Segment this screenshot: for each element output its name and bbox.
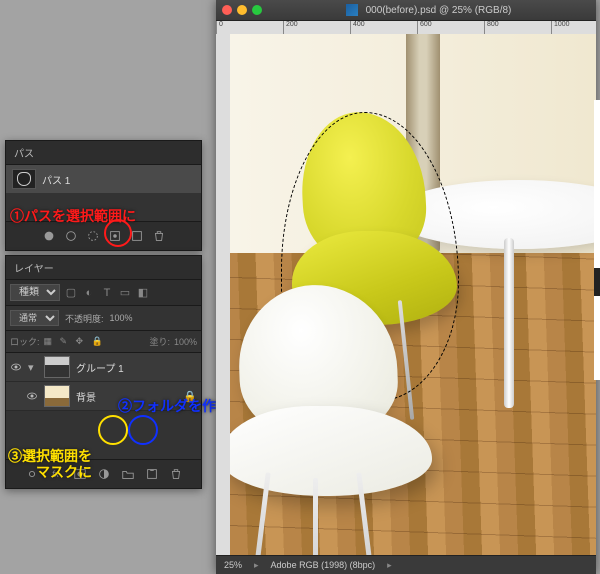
selection-to-path-icon[interactable]: [106, 228, 124, 244]
layer-row-bg[interactable]: 背景 🔒: [6, 382, 201, 411]
add-mask-icon[interactable]: [71, 466, 89, 482]
lock-icon: 🔒: [183, 390, 197, 403]
delete-path-icon[interactable]: [150, 228, 168, 244]
filter-type-icon[interactable]: T: [100, 286, 114, 300]
paths-panel-title: パス: [6, 141, 201, 165]
layer-row-group[interactable]: ▾ グループ 1: [6, 353, 201, 382]
zoom-button[interactable]: [252, 5, 262, 15]
filter-type-select[interactable]: 種類: [10, 284, 60, 301]
delete-layer-icon[interactable]: [167, 466, 185, 482]
lock-position-icon[interactable]: ✥: [76, 336, 88, 348]
canvas[interactable]: [230, 34, 596, 556]
layers-panel-title: レイヤー: [6, 256, 201, 280]
link-layers-icon[interactable]: [23, 466, 41, 482]
path-name: パス 1: [42, 172, 70, 187]
stroke-path-icon[interactable]: [62, 228, 80, 244]
new-group-icon[interactable]: [119, 466, 137, 482]
lock-pixels-icon[interactable]: ✎: [60, 336, 72, 348]
photo-content: [230, 34, 596, 556]
minimize-button[interactable]: [237, 5, 247, 15]
visibility-icon[interactable]: [26, 390, 38, 402]
fill-path-icon[interactable]: [40, 228, 58, 244]
lock-transparency-icon[interactable]: ▦: [44, 336, 56, 348]
color-profile: Adobe RGB (1998) (8bpc): [271, 560, 376, 570]
fill-label: 塗り:: [149, 335, 170, 348]
new-path-icon[interactable]: [128, 228, 146, 244]
lock-label: ロック:: [10, 335, 40, 348]
opacity-label: 不透明度:: [65, 312, 104, 325]
adjustment-layer-icon[interactable]: [95, 466, 113, 482]
chevron-down-icon[interactable]: ▾: [28, 361, 38, 374]
path-item[interactable]: パス 1: [6, 165, 201, 193]
fx-icon[interactable]: fx: [47, 466, 65, 482]
document-title: 000(before).psd @ 25% (RGB/8): [366, 5, 512, 16]
zoom-value[interactable]: 25%: [224, 560, 242, 570]
opacity-value[interactable]: 100%: [110, 313, 133, 323]
filter-smart-icon[interactable]: ◧: [136, 286, 150, 300]
layers-lock-row: ロック: ▦ ✎ ✥ 🔒 塗り: 100%: [6, 331, 201, 353]
layer-name: 背景: [76, 389, 96, 404]
right-edge-strip: [594, 100, 600, 380]
paths-panel: パス パス 1: [5, 140, 202, 251]
status-bar: 25% ▸ Adobe RGB (1998) (8bpc) ▸: [216, 555, 596, 574]
path-thumbnail: [12, 169, 36, 189]
filter-adjust-icon[interactable]: ◐: [82, 286, 96, 300]
fill-value[interactable]: 100%: [174, 337, 197, 347]
close-button[interactable]: [222, 5, 232, 15]
new-layer-icon[interactable]: [143, 466, 161, 482]
layers-blend-row: 通常 不透明度: 100%: [6, 306, 201, 331]
filter-shape-icon[interactable]: ▭: [118, 286, 132, 300]
layers-panel-footer: fx: [6, 459, 201, 488]
titlebar: 000(before).psd @ 25% (RGB/8): [216, 0, 596, 21]
layers-panel: レイヤー 種類 ▢ ◐ T ▭ ◧ 通常 不透明度: 100% ロック: ▦ ✎…: [5, 255, 202, 489]
layers-filter-row: 種類 ▢ ◐ T ▭ ◧: [6, 280, 201, 306]
paths-panel-footer: [6, 221, 201, 250]
psd-file-icon: [346, 4, 358, 16]
filter-image-icon[interactable]: ▢: [64, 286, 78, 300]
path-to-selection-icon[interactable]: [84, 228, 102, 244]
ruler-vertical[interactable]: [216, 34, 231, 556]
blend-mode-select[interactable]: 通常: [10, 310, 59, 326]
chair-white: [230, 285, 428, 556]
visibility-icon[interactable]: [10, 361, 22, 373]
lock-all-icon[interactable]: 🔒: [92, 336, 104, 348]
group-thumbnail: [44, 356, 70, 378]
layer-name: グループ 1: [76, 360, 124, 375]
document-window: 000(before).psd @ 25% (RGB/8) 0200400600…: [216, 0, 596, 574]
layer-thumbnail: [44, 385, 70, 407]
